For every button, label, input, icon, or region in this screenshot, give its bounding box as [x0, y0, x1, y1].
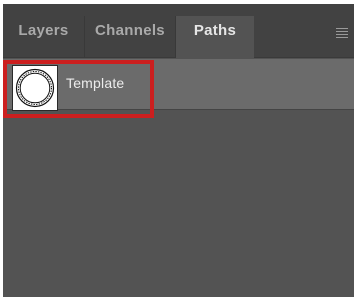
circle-path-icon	[15, 68, 55, 108]
tab-channels[interactable]: Channels	[85, 16, 176, 58]
tab-paths[interactable]: Paths	[176, 16, 254, 58]
hamburger-menu-icon[interactable]	[336, 28, 348, 38]
panel-tab-bar: Layers Channels Paths	[3, 4, 354, 58]
path-thumbnail	[12, 65, 58, 111]
paths-panel: Layers Channels Paths Template	[3, 4, 354, 297]
path-name-label: Template	[66, 75, 125, 91]
tab-layers[interactable]: Layers	[3, 16, 85, 58]
path-item-template[interactable]: Template	[3, 59, 354, 111]
